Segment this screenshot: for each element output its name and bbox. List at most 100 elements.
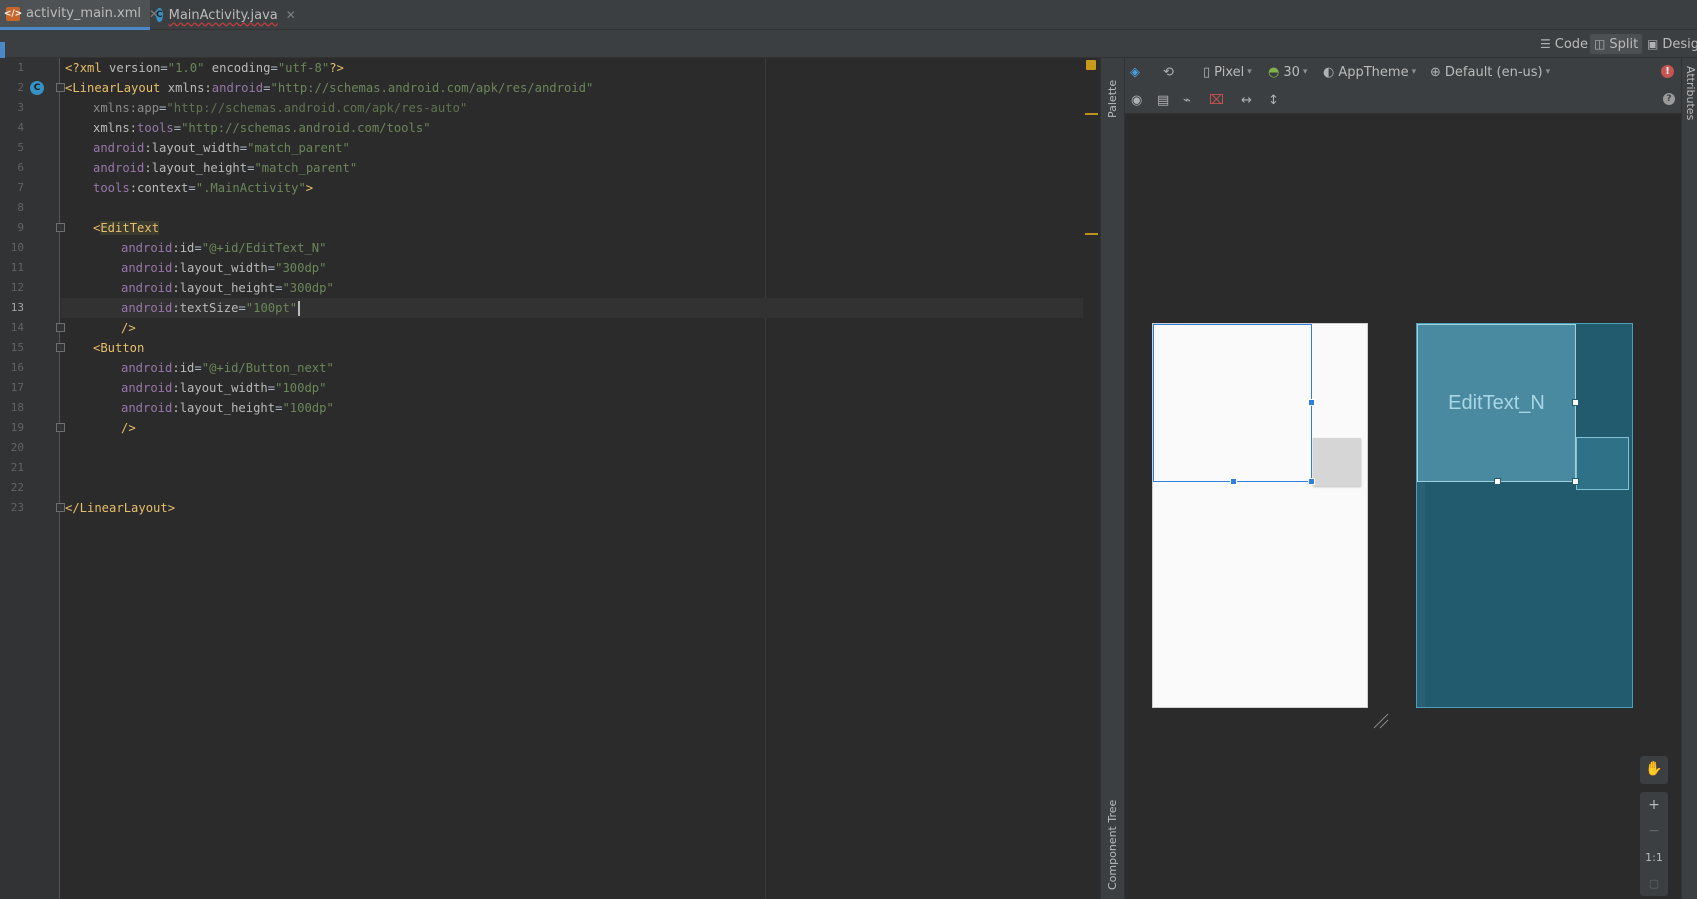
expand-vertical-button[interactable]: ↕ [1268, 90, 1283, 110]
code-line[interactable]: <?xml version="1.0" encoding="utf-8"?> [65, 58, 344, 78]
code-line[interactable]: <LinearLayout xmlns:android="http://sche… [65, 78, 593, 98]
tab-label: MainActivity.java [168, 7, 278, 23]
line-number: 2 [17, 81, 24, 94]
layers-icon: ◈ [1130, 64, 1140, 80]
line-number: 6 [17, 161, 24, 174]
chevron-down-icon: ▾ [1411, 67, 1417, 77]
device-resize-icon[interactable] [1372, 712, 1390, 730]
line-number: 17 [10, 381, 24, 394]
bounds-icon: ▤ [1157, 92, 1170, 108]
chevron-down-icon: ▾ [1545, 67, 1551, 77]
class-reference-icon[interactable]: C [30, 81, 44, 95]
view-options-button[interactable]: ◉ [1131, 90, 1146, 110]
close-icon[interactable]: ✕ [286, 8, 296, 22]
code-line[interactable]: /> [65, 318, 136, 338]
button-preview[interactable] [1313, 438, 1361, 486]
zoom-controls: + − 1:1 ▢ [1640, 792, 1668, 896]
fold-marker-icon[interactable] [56, 423, 65, 432]
clear-constraints-icon: ⌧ [1209, 92, 1224, 108]
editor-error-stripe[interactable] [1083, 58, 1099, 899]
edittext-selection[interactable] [1153, 324, 1312, 482]
rotate-icon: ⟲ [1163, 64, 1174, 80]
code-lines-icon: ☰ [1540, 37, 1551, 51]
code-line[interactable]: <EditText [65, 218, 160, 238]
expand-horizontal-button[interactable]: ↔ [1241, 90, 1256, 110]
resize-handle[interactable] [1572, 478, 1579, 485]
active-indicator [0, 42, 5, 58]
blueprint-edittext[interactable]: EditText_N [1417, 324, 1576, 482]
code-view-button[interactable]: ☰ Code [1536, 34, 1592, 54]
component-tree-panel-toggle[interactable]: Component Tree [1106, 800, 1119, 890]
design-blueprint-toggle[interactable]: ◈ [1130, 62, 1144, 82]
orientation-button[interactable]: ⟲ [1163, 62, 1178, 82]
zoom-actual-size-button[interactable]: 1:1 [1640, 844, 1668, 870]
warning-marker[interactable] [1085, 113, 1098, 115]
code-line[interactable]: android:id="@+id/Button_next" [65, 358, 334, 378]
code-line[interactable]: </LinearLayout> [65, 498, 175, 518]
current-code-line[interactable]: android:textSize="100pt" [61, 298, 1096, 318]
warning-icon[interactable] [1086, 60, 1096, 70]
image-icon: ▣ [1647, 37, 1659, 51]
code-line[interactable]: android:id="@+id/EditText_N" [65, 238, 326, 258]
android-icon: ◓ [1268, 64, 1280, 80]
fold-marker-icon[interactable] [56, 343, 65, 352]
theme-selector[interactable]: ◐ AppTheme ▾ [1323, 62, 1416, 82]
code-line[interactable]: /> [65, 418, 136, 438]
resize-handle[interactable] [1308, 478, 1315, 485]
fold-marker-icon[interactable] [56, 323, 65, 332]
line-number: 19 [10, 421, 24, 434]
autoconnect-button[interactable]: ⌁ [1183, 90, 1195, 110]
code-editor[interactable]: 1 2 3 4 5 6 7 8 9 10 11 12 13 14 15 16 1… [0, 58, 1100, 899]
clear-constraints-button[interactable]: ⌧ [1209, 90, 1228, 110]
hand-pan-icon[interactable]: ✋ [1640, 756, 1668, 782]
locale-selector[interactable]: ⊕ Default (en-us) ▾ [1430, 62, 1550, 82]
blueprint-button[interactable] [1576, 437, 1629, 490]
code-line[interactable]: android:layout_width="match_parent" [65, 138, 350, 158]
code-line[interactable]: android:layout_height="300dp" [65, 278, 334, 298]
globe-icon: ⊕ [1430, 64, 1441, 80]
fold-marker-icon[interactable] [56, 83, 65, 92]
layout-bounds-button[interactable]: ▤ [1157, 90, 1173, 110]
resize-handle[interactable] [1494, 478, 1501, 485]
palette-panel-toggle[interactable]: Palette [1106, 80, 1119, 118]
tab-mainactivity-java[interactable]: C MainActivity.java ✕ [150, 0, 296, 30]
error-icon[interactable]: ! [1661, 65, 1674, 78]
zoom-out-button[interactable]: − [1640, 818, 1668, 844]
design-view-button[interactable]: ▣ Design [1643, 34, 1697, 54]
warning-marker[interactable] [1085, 233, 1098, 235]
pan-control: ✋ [1640, 756, 1668, 784]
line-number: 16 [10, 361, 24, 374]
eye-icon: ◉ [1131, 92, 1143, 108]
resize-handle[interactable] [1572, 399, 1579, 406]
line-number: 1 [17, 61, 24, 74]
code-line[interactable]: tools:context=".MainActivity"> [65, 178, 313, 198]
help-icon[interactable]: ? [1663, 93, 1675, 105]
line-number: 10 [10, 241, 24, 254]
resize-handle[interactable] [1308, 399, 1315, 406]
line-number: 18 [10, 401, 24, 414]
split-view-button[interactable]: ◫ Split [1590, 34, 1643, 54]
code-line[interactable]: android:layout_height="100dp" [65, 398, 334, 418]
code-line[interactable]: <Button [65, 338, 144, 358]
fold-marker-icon[interactable] [56, 503, 65, 512]
blueprint-preview[interactable]: EditText_N [1416, 323, 1633, 708]
code-line[interactable]: android:layout_width="300dp" [65, 258, 326, 278]
code-line[interactable]: xmlns:tools="http://schemas.android.com/… [65, 118, 431, 138]
api-level-selector[interactable]: ◓ 30 ▾ [1268, 62, 1307, 82]
fold-marker-icon[interactable] [56, 223, 65, 232]
zoom-to-fit-icon[interactable]: ▢ [1640, 870, 1668, 896]
editor-tab-bar: </> activity_main.xml ✕ C MainActivity.j… [0, 0, 1697, 30]
zoom-in-button[interactable]: + [1640, 792, 1668, 818]
line-number: 5 [17, 141, 24, 154]
code-line[interactable]: android:layout_width="100dp" [65, 378, 326, 398]
design-preview[interactable] [1152, 323, 1368, 708]
attributes-panel-toggle[interactable]: Attributes [1684, 66, 1697, 120]
code-line[interactable]: xmlns:app="http://schemas.android.com/ap… [65, 98, 467, 118]
tab-activity-main-xml[interactable]: </> activity_main.xml ✕ [0, 0, 159, 30]
split-view-icon: ◫ [1594, 37, 1606, 51]
device-selector[interactable]: ▯ Pixel ▾ [1203, 62, 1252, 82]
design-toolbar: ◈ ⟲ ▯ Pixel ▾ ◓ 30 ▾ ◐ AppTheme ▾ ⊕ Defa… [1125, 58, 1681, 86]
resize-handle[interactable] [1230, 478, 1237, 485]
java-class-icon: C [156, 8, 163, 22]
code-line[interactable]: android:layout_height="match_parent" [65, 158, 357, 178]
